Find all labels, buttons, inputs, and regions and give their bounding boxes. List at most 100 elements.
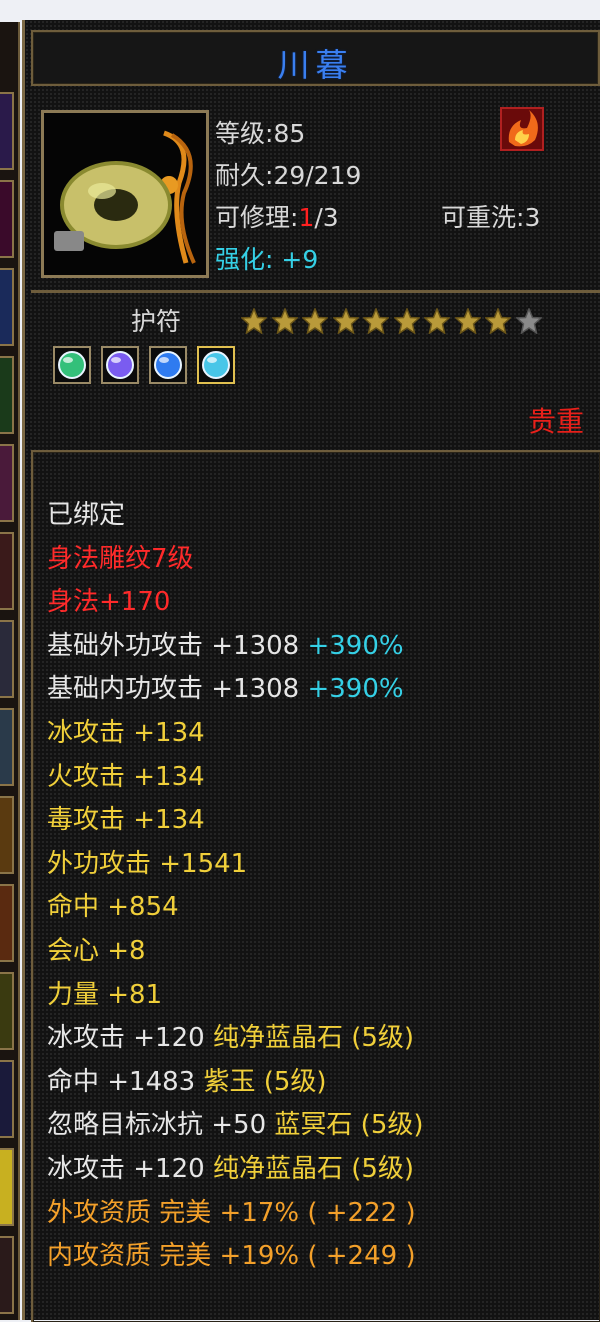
inventory-slot[interactable] xyxy=(0,884,14,962)
inventory-slot[interactable] xyxy=(0,532,14,610)
attribute-line: 冰攻击 +120 纯净蓝晶石 (5级) xyxy=(47,1017,424,1061)
star-empty-icon xyxy=(515,308,542,334)
level-stat: 等级:85 xyxy=(215,114,305,150)
attributes-panel: 已绑定 身法雕纹7级 身法+170 基础外功攻击 +1308 +390% 基础内功攻击 … xyxy=(31,450,600,1322)
reroll-stat: 可重洗:3 xyxy=(441,198,540,234)
attribute-line: 基础内功攻击 +1308 +390% xyxy=(47,668,424,712)
attribute-line: 已绑定 xyxy=(47,494,424,538)
purple-gem-icon xyxy=(106,351,134,379)
durability-value: 29/219 xyxy=(273,161,362,190)
inventory-slot[interactable] xyxy=(0,1060,14,1138)
attribute-text: 冰攻击 +120 xyxy=(47,1023,213,1054)
durability-label: 耐久: xyxy=(215,161,274,190)
attribute-text: 已绑定 xyxy=(47,500,126,530)
inventory-strip xyxy=(0,22,20,1320)
attribute-line: 身法+170 xyxy=(47,581,424,625)
attribute-line: 冰攻击 +134 xyxy=(47,712,424,756)
attribute-text: 基础内功攻击 +1308 xyxy=(47,674,308,705)
attribute-line: 会心 +8 xyxy=(47,930,424,974)
attribute-line: 力量 +81 xyxy=(47,974,424,1018)
inventory-slot[interactable] xyxy=(0,1148,14,1226)
attribute-text: 内攻资质 完美 +19% ( +249 ) xyxy=(47,1241,416,1272)
repair-label: 可修理: xyxy=(215,203,299,232)
inventory-slot[interactable] xyxy=(0,620,14,698)
inventory-slot[interactable] xyxy=(0,1236,14,1314)
item-icon-frame[interactable] xyxy=(41,110,209,278)
repair-stat: 可修理:1/3 xyxy=(215,198,339,234)
attribute-line: 基础外功攻击 +1308 +390% xyxy=(47,625,424,669)
attribute-list: 已绑定 身法雕纹7级 身法+170 基础外功攻击 +1308 +390% 基础内功攻击 … xyxy=(47,494,424,1279)
attribute-extra: 纯净蓝晶石 (5级) xyxy=(212,1153,415,1184)
jade-ring-pendant-icon xyxy=(44,113,206,275)
star-filled-icon xyxy=(485,308,511,334)
gem-socket[interactable] xyxy=(53,346,91,384)
attribute-extra: 纯净蓝晶石 (5级) xyxy=(212,1023,415,1054)
level-label: 等级: xyxy=(215,119,274,148)
durability-stat: 耐久:29/219 xyxy=(215,156,361,192)
attribute-line: 冰攻击 +120 纯净蓝晶石 (5级) xyxy=(47,1148,424,1192)
attribute-extra: +390% xyxy=(307,674,404,705)
attribute-line: 身法雕纹7级 xyxy=(47,538,424,582)
flame-badge-icon xyxy=(500,107,544,151)
cyan-gem-icon xyxy=(202,351,230,379)
level-value: 85 xyxy=(273,119,306,148)
enhance-value: +9 xyxy=(281,245,319,274)
gem-socket[interactable] xyxy=(149,346,187,384)
reroll-value: 3 xyxy=(524,203,541,232)
attribute-text: 身法雕纹7级 xyxy=(47,543,194,574)
attribute-line: 忽略目标冰抗 +50 蓝冥石 (5级) xyxy=(47,1104,424,1148)
attribute-extra: +390% xyxy=(307,630,404,661)
attribute-text: 命中 +1483 xyxy=(47,1066,204,1097)
item-tooltip: 川暮 等级:85 耐久:29/219 可修理:1/3 可重洗:3 强化: +9 … xyxy=(22,20,600,1322)
star-filled-icon xyxy=(302,308,328,334)
blue-gem-icon xyxy=(154,351,182,379)
attribute-line: 外攻资质 完美 +17% ( +222 ) xyxy=(47,1192,424,1236)
attribute-line: 内攻资质 完美 +19% ( +249 ) xyxy=(47,1235,424,1279)
item-type: 护符 xyxy=(131,307,182,336)
attribute-text: 火攻击 +134 xyxy=(47,761,205,792)
attribute-text: 外攻资质 完美 +17% ( +222 ) xyxy=(47,1197,416,1228)
inventory-slot[interactable] xyxy=(0,268,14,346)
star-filled-icon xyxy=(271,308,298,334)
enhance-stat: 强化: +9 xyxy=(215,240,318,276)
star-filled-icon xyxy=(424,308,450,334)
repair-current: 1 xyxy=(298,203,315,232)
inventory-slot[interactable] xyxy=(0,92,14,170)
attribute-text: 冰攻击 +120 xyxy=(47,1153,213,1184)
attribute-extra: 紫玉 (5级) xyxy=(203,1066,327,1097)
attribute-line: 外功攻击 +1541 xyxy=(47,843,424,887)
repair-max: /3 xyxy=(314,203,339,232)
rarity-label: 贵重 xyxy=(527,405,584,438)
attribute-text: 力量 +81 xyxy=(47,979,163,1010)
attribute-text: 会心 +8 xyxy=(47,935,146,966)
green-gem-icon xyxy=(58,351,86,379)
item-info-panel: 等级:85 耐久:29/219 可修理:1/3 可重洗:3 强化: +9 xyxy=(31,86,600,286)
attribute-text: 冰攻击 +134 xyxy=(47,717,205,748)
attribute-line: 毒攻击 +134 xyxy=(47,799,424,843)
inventory-slot[interactable] xyxy=(0,444,14,522)
attribute-text: 基础外功攻击 +1308 xyxy=(47,630,308,661)
inventory-slot[interactable] xyxy=(0,708,14,786)
attribute-text: 忽略目标冰抗 +50 xyxy=(47,1110,275,1141)
attribute-text: 身法+170 xyxy=(47,587,171,618)
title-bar: 川暮 xyxy=(31,30,600,86)
star-filled-icon xyxy=(241,308,267,334)
inventory-slot[interactable] xyxy=(0,356,14,434)
attribute-line: 命中 +1483 紫玉 (5级) xyxy=(47,1061,424,1105)
inventory-slot[interactable] xyxy=(0,180,14,258)
inventory-slot[interactable] xyxy=(0,972,14,1050)
enhance-label: 强化: xyxy=(215,245,274,274)
attribute-line: 命中 +854 xyxy=(47,886,424,930)
attribute-extra: 蓝冥石 (5级) xyxy=(274,1110,424,1141)
star-filled-icon xyxy=(332,308,359,334)
reroll-label: 可重洗: xyxy=(441,203,525,232)
attribute-text: 命中 +854 xyxy=(47,892,179,923)
item-name: 川暮 xyxy=(277,46,354,84)
attribute-text: 外功攻击 +1541 xyxy=(47,848,248,879)
attribute-text: 毒攻击 +134 xyxy=(47,805,205,836)
gem-socket[interactable] xyxy=(101,346,139,384)
gem-socket[interactable] xyxy=(197,346,235,384)
star-filled-icon xyxy=(454,308,481,334)
inventory-slot[interactable] xyxy=(0,796,14,874)
divider xyxy=(31,290,600,293)
